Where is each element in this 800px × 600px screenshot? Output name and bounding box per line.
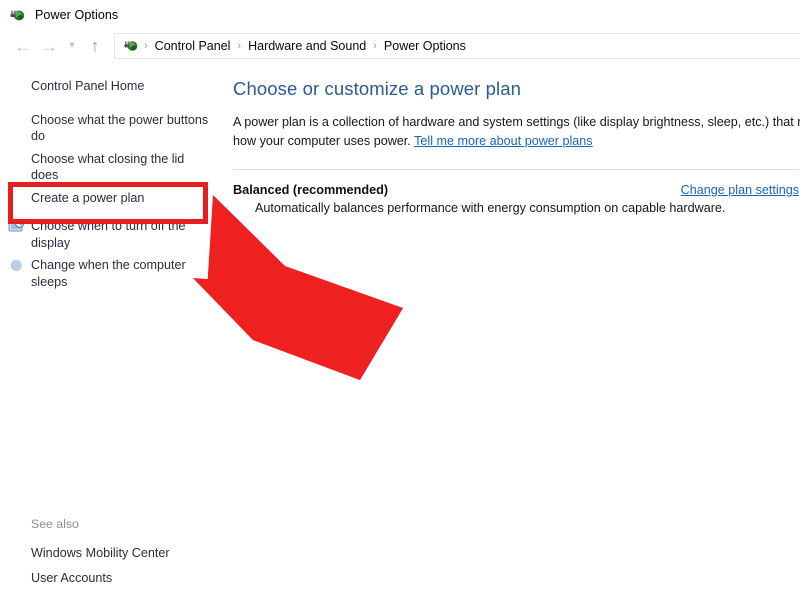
breadcrumb[interactable]: › Control Panel › Hardware and Sound › P… (114, 33, 800, 59)
sidebar-item-change-when-computer-sleeps[interactable]: Change when the computer sleeps (0, 254, 226, 293)
breadcrumb-item-hardware-and-sound[interactable]: Hardware and Sound (244, 39, 370, 53)
sidebar-item-choose-what-closing-lid-does[interactable]: Choose what closing the lid does (0, 148, 226, 187)
plan-description: Automatically balances performance with … (233, 201, 799, 215)
sidebar-item-user-accounts[interactable]: User Accounts (0, 566, 226, 591)
power-plug-icon (123, 38, 139, 54)
content-area: Control Panel Home Choose what the power… (0, 62, 800, 600)
breadcrumb-item-control-panel[interactable]: Control Panel (151, 39, 235, 53)
change-plan-settings-link[interactable]: Change plan settings (681, 183, 799, 197)
sidebar-item-label: Create a power plan (31, 190, 144, 207)
see-also-label: See also (0, 517, 226, 541)
power-plan-row: Balanced (recommended) Change plan setti… (233, 170, 799, 215)
power-plug-icon (9, 7, 26, 24)
up-arrow-icon[interactable]: ↑ (82, 33, 108, 59)
chevron-down-icon[interactable]: ▾ (62, 33, 82, 59)
see-also-section: See also Windows Mobility Center User Ac… (0, 517, 226, 590)
sidebar-item-label: User Accounts (31, 570, 112, 587)
sidebar-item-label: Choose what the power buttons do (31, 112, 212, 145)
back-arrow-icon[interactable]: ← (10, 33, 36, 59)
sidebar-item-choose-what-power-buttons-do[interactable]: Choose what the power buttons do (0, 109, 226, 148)
breadcrumb-separator: › (370, 40, 380, 52)
sleep-moon-icon (8, 257, 25, 274)
breadcrumb-item-power-options[interactable]: Power Options (380, 39, 470, 53)
sidebar-item-control-panel-home[interactable]: Control Panel Home (0, 75, 226, 98)
sidebar-item-label: Choose what closing the lid does (31, 151, 212, 184)
sidebar-item-label: Control Panel Home (31, 78, 144, 95)
breadcrumb-separator: › (234, 40, 244, 52)
tell-me-more-link[interactable]: Tell me more about power plans (414, 134, 593, 148)
forward-arrow-icon[interactable]: → (36, 33, 62, 59)
window-title: Power Options (35, 8, 118, 22)
sidebar-item-windows-mobility-center[interactable]: Windows Mobility Center (0, 541, 226, 566)
main-pane: Choose or customize a power plan A power… (226, 62, 800, 600)
address-bar-row: ← → ▾ ↑ › Control Panel › Hardware and S… (0, 30, 800, 62)
breadcrumb-separator: › (141, 40, 151, 52)
page-title: Choose or customize a power plan (233, 78, 800, 100)
display-clock-icon (8, 218, 25, 235)
sidebar-item-label: Choose when to turn off the display (31, 218, 212, 251)
sidebar-item-label: Windows Mobility Center (31, 545, 170, 562)
sidebar-item-label: Change when the computer sleeps (31, 257, 212, 290)
intro-paragraph: A power plan is a collection of hardware… (233, 113, 800, 151)
sidebar-item-choose-when-to-turn-off-display[interactable]: Choose when to turn off the display (0, 215, 226, 254)
sidebar-item-create-a-power-plan[interactable]: Create a power plan (0, 187, 226, 210)
sidebar: Control Panel Home Choose what the power… (0, 62, 226, 600)
title-bar: Power Options (0, 0, 800, 30)
plan-name: Balanced (recommended) (233, 183, 388, 197)
